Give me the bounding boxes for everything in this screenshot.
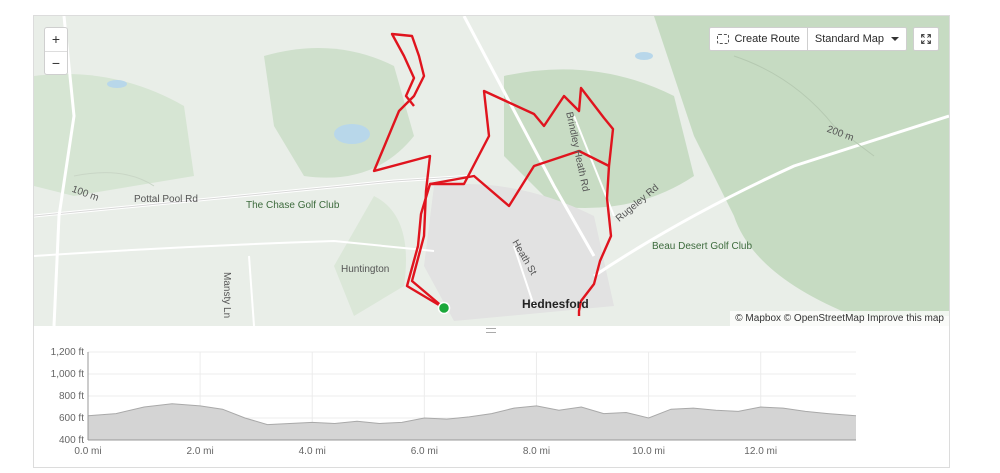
zoom-out-button[interactable]: − xyxy=(45,51,67,74)
x-tick-label: 4.0 mi xyxy=(299,446,326,457)
x-tick-label: 6.0 mi xyxy=(411,446,438,457)
fullscreen-icon xyxy=(921,34,931,44)
y-tick-label: 600 ft xyxy=(59,413,84,424)
map-style-dropdown[interactable]: Standard Map xyxy=(807,27,907,51)
map-toolbar: Create Route Standard Map xyxy=(709,27,939,51)
elevation-chart: 1,200 ft 1,000 ft 800 ft 600 ft 400 ft0.0 mi… xyxy=(51,347,857,457)
poi-label: The Chase Golf Club xyxy=(246,200,340,211)
map-style-label: Standard Map xyxy=(814,33,884,45)
place-label: Huntington xyxy=(341,264,390,275)
map-base xyxy=(34,16,949,326)
pond xyxy=(635,52,653,60)
x-tick-label: 8.0 mi xyxy=(523,446,550,457)
x-tick-label: 10.0 mi xyxy=(632,446,665,457)
poi-label: Beau Desert Golf Club xyxy=(652,241,753,252)
pond xyxy=(107,80,127,88)
create-route-label: Create Route xyxy=(734,33,800,45)
y-tick-label: 1,200 ft xyxy=(51,347,85,358)
create-route-button[interactable]: Create Route xyxy=(709,27,808,51)
zoom-in-button[interactable]: + xyxy=(45,28,67,51)
elevation-area xyxy=(88,403,856,440)
chevron-down-icon xyxy=(891,37,899,41)
y-tick-label: 800 ft xyxy=(59,391,84,402)
resize-handle[interactable] xyxy=(486,328,496,333)
route-view: Pottal Pool Rd The Chase Golf Club Hunti… xyxy=(33,15,950,468)
fullscreen-button[interactable] xyxy=(913,27,939,51)
zoom-control: + − xyxy=(44,27,68,75)
x-tick-label: 12.0 mi xyxy=(744,446,777,457)
map-attribution[interactable]: © Mapbox © OpenStreetMap Improve this ma… xyxy=(730,311,949,326)
x-tick-label: 0.0 mi xyxy=(74,446,101,457)
y-tick-label: 1,000 ft xyxy=(51,369,85,380)
town-label: Hednesford xyxy=(522,297,589,311)
elevation-profile[interactable]: 1,200 ft 1,000 ft 800 ft 600 ft 400 ft 0.0 mi… xyxy=(34,334,949,468)
map-view[interactable]: Pottal Pool Rd The Chase Golf Club Hunti… xyxy=(34,16,949,326)
start-marker[interactable] xyxy=(437,301,451,315)
y-tick-label: 400 ft xyxy=(59,435,84,446)
x-tick-label: 2.0 mi xyxy=(186,446,213,457)
route-icon xyxy=(717,34,730,44)
lake xyxy=(334,124,370,144)
road-label: Pottal Pool Rd xyxy=(134,194,198,205)
road-label: Mansty Ln xyxy=(221,272,232,319)
